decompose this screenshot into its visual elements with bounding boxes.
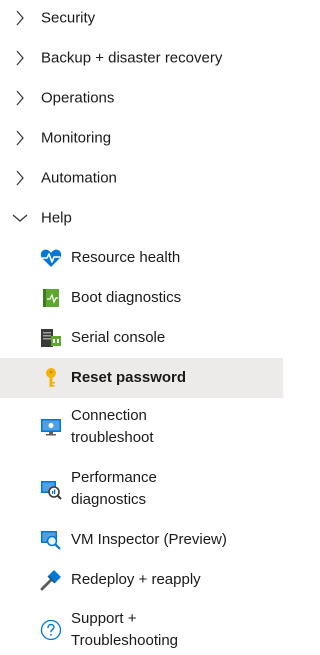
nav-item-redeploy-reapply[interactable]: Redeploy + reapply [0, 560, 283, 600]
nav-group-label: Help [41, 209, 72, 227]
nav-group-backup[interactable]: Backup + disaster recovery [0, 38, 283, 78]
nav-item-boot-diagnostics[interactable]: Boot diagnostics [0, 278, 283, 318]
chevron-right-icon [12, 50, 28, 66]
nav-group-automation[interactable]: Automation [0, 158, 283, 198]
chevron-right-icon [12, 90, 28, 106]
nav-item-label-line1: Connection [71, 407, 147, 424]
nav-item-label: Serial console [71, 329, 166, 346]
question-circle-icon [40, 619, 62, 641]
nav-item-resource-health[interactable]: Resource health [0, 238, 283, 278]
nav-group-label: Monitoring [41, 129, 112, 147]
nav-group-label: Automation [41, 169, 117, 187]
serial-console-icon [40, 327, 62, 349]
nav-item-label: Support + Troubleshooting [71, 608, 271, 652]
nav-item-label: Performance diagnostics [71, 467, 271, 511]
chevron-right-icon [12, 130, 28, 146]
nav-item-label-line1: Support + [71, 610, 137, 627]
nav-item-label: Resource health [71, 249, 181, 266]
nav-item-label-line2: diagnostics [71, 491, 147, 508]
vm-inspector-icon [40, 529, 62, 551]
nav-item-label-line2: Troubleshooting [71, 632, 179, 649]
nav-item-vm-inspector[interactable]: VM Inspector (Preview) [0, 520, 283, 560]
key-icon [40, 367, 62, 389]
nav-group-help[interactable]: Help [0, 198, 283, 238]
chevron-down-icon [12, 210, 28, 226]
nav-item-reset-password[interactable]: Reset password [0, 358, 283, 398]
nav-group-label: Backup + disaster recovery [41, 49, 223, 67]
nav-item-support-troubleshooting[interactable]: Support + Troubleshooting [0, 605, 283, 655]
nav-item-label: Connection troubleshoot [71, 405, 271, 449]
chevron-right-icon [12, 10, 28, 26]
nav-item-label-line2: troubleshoot [71, 429, 154, 446]
boot-diagnostics-icon [40, 287, 62, 309]
nav-item-connection-troubleshoot[interactable]: Connection troubleshoot [0, 402, 283, 452]
nav-item-label: VM Inspector (Preview) [71, 531, 227, 548]
nav-item-label: Reset password [71, 369, 187, 386]
nav-group-label: Operations [41, 89, 115, 107]
nav-item-label: Boot diagnostics [71, 289, 182, 306]
hammer-icon [40, 569, 62, 591]
nav-item-serial-console[interactable]: Serial console [0, 318, 283, 358]
monitor-icon [40, 416, 62, 438]
chevron-right-icon [12, 170, 28, 186]
nav-item-label: Redeploy + reapply [71, 571, 201, 588]
nav-group-operations[interactable]: Operations [0, 78, 283, 118]
performance-diagnostics-icon [40, 478, 62, 500]
resource-menu: Security Backup + disaster recovery Oper… [0, 0, 283, 653]
nav-item-label-line1: Performance [71, 469, 157, 486]
heart-pulse-icon [40, 247, 62, 269]
nav-item-performance-diagnostics[interactable]: Performance diagnostics [0, 464, 283, 514]
nav-group-monitoring[interactable]: Monitoring [0, 118, 283, 158]
nav-group-label: Security [41, 9, 96, 27]
nav-group-security[interactable]: Security [0, 0, 283, 38]
